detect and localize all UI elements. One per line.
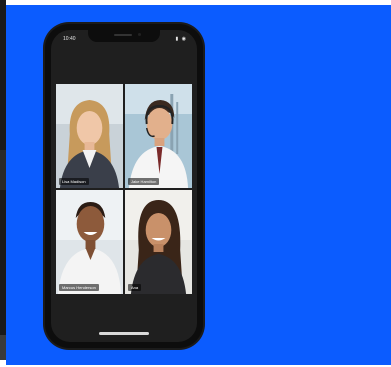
video-tile-3[interactable]: Marcus Henderson bbox=[56, 190, 123, 294]
front-camera bbox=[138, 33, 141, 36]
phone-notch bbox=[88, 30, 160, 42]
phone-mockup: 10:40 ▮ ◉ Lisa Madison Jake Hamilton Mar… bbox=[45, 24, 203, 348]
video-tile-4[interactable]: Ana bbox=[125, 190, 192, 294]
video-tile-2[interactable]: Jake Hamilton bbox=[125, 84, 192, 188]
video-tile-1[interactable]: Lisa Madison bbox=[56, 84, 123, 188]
participant-video-3 bbox=[56, 190, 123, 294]
participant-video-2 bbox=[125, 84, 192, 188]
participant-video-4 bbox=[125, 190, 192, 294]
participant-name: Marcus Henderson bbox=[59, 284, 99, 291]
status-icons: ▮ ◉ bbox=[175, 36, 187, 42]
participant-video-1 bbox=[56, 84, 123, 188]
video-grid: Lisa Madison Jake Hamilton Marcus Hender… bbox=[56, 84, 192, 294]
speaker-grille bbox=[114, 34, 132, 36]
meeting-screen: 10:40 ▮ ◉ Lisa Madison Jake Hamilton Mar… bbox=[51, 30, 197, 342]
status-time: 10:40 bbox=[63, 36, 76, 42]
promo-canvas: 10:40 ▮ ◉ Lisa Madison Jake Hamilton Mar… bbox=[0, 0, 391, 367]
participant-name: Ana bbox=[128, 284, 142, 291]
participant-name: Jake Hamilton bbox=[128, 178, 160, 185]
home-indicator[interactable] bbox=[99, 332, 149, 335]
participant-name: Lisa Madison bbox=[59, 178, 89, 185]
